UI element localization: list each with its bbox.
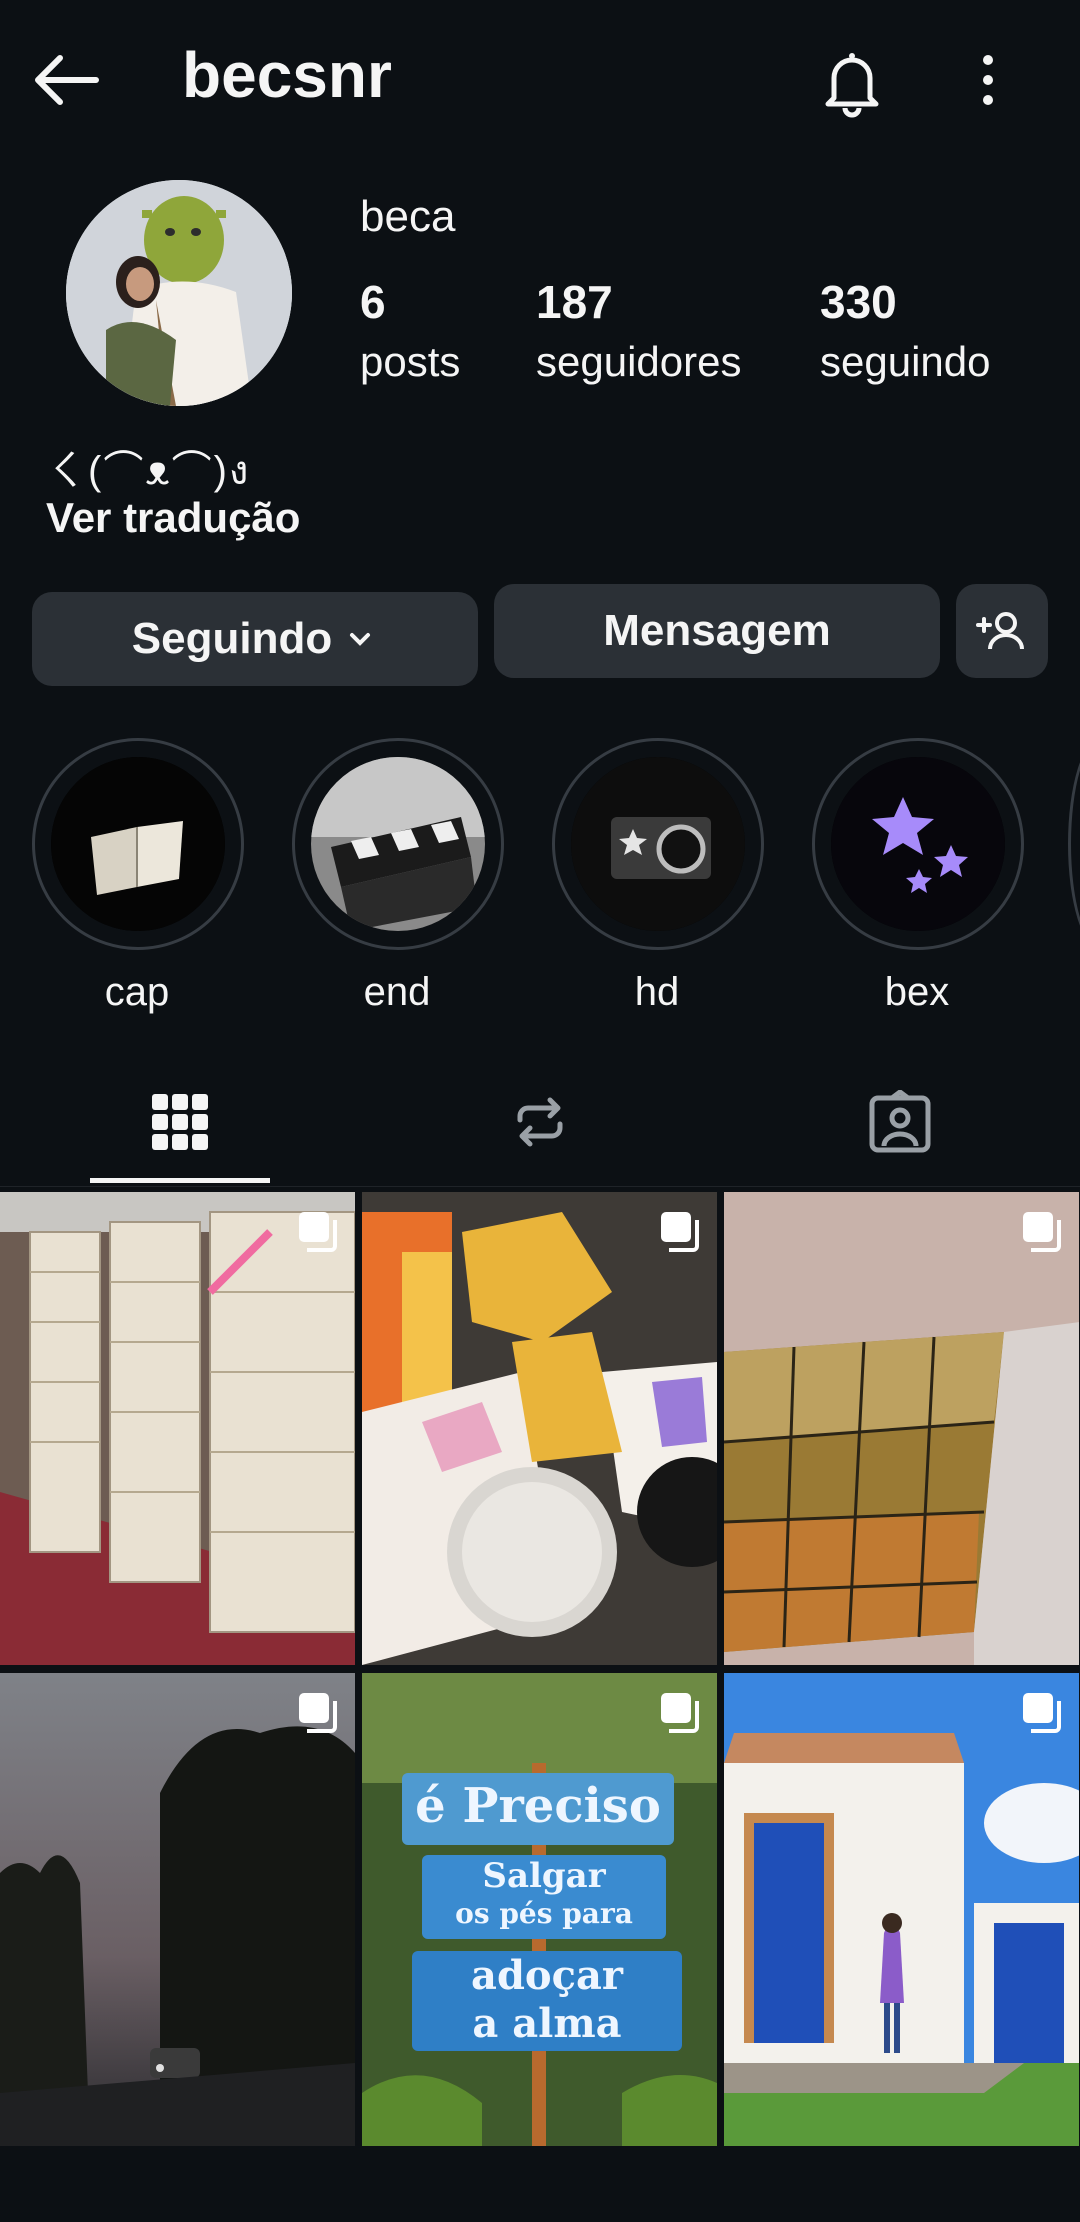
grid-icon	[152, 1094, 208, 1150]
post-thumbnail[interactable]	[724, 1192, 1079, 1665]
tab-reposts[interactable]	[480, 1082, 600, 1162]
tab-posts-grid[interactable]	[120, 1082, 240, 1162]
highlight-cover	[51, 757, 225, 931]
highlight-ring	[32, 738, 244, 950]
stat-posts-label: posts	[360, 338, 461, 385]
sign-line-4: adoçar	[471, 1952, 623, 1999]
stat-posts-value: 6	[360, 276, 386, 328]
chevron-down-icon	[350, 633, 371, 646]
profile-avatar[interactable]	[66, 180, 292, 406]
camera-icon	[571, 757, 745, 931]
back-button[interactable]	[30, 40, 110, 120]
multiple-photos-icon	[661, 1693, 699, 1733]
repost-icon	[517, 1097, 563, 1147]
message-button[interactable]: Mensagem	[494, 584, 940, 678]
profile-username: becsnr	[182, 39, 392, 111]
highlight-label: bex	[884, 970, 950, 1014]
highlight-end[interactable]: end	[292, 738, 504, 1015]
stars-icon	[831, 757, 1005, 931]
highlight-bex[interactable]: bex	[812, 738, 1024, 1015]
top-bar: becsnr	[0, 0, 1080, 160]
stat-following[interactable]: 330 seguindo	[820, 272, 990, 392]
highlight-label: cap	[104, 970, 170, 1014]
highlight-ring	[812, 738, 1024, 950]
multiple-photos-icon	[1023, 1212, 1061, 1252]
highlight-ring	[552, 738, 764, 950]
post-image-dusk	[0, 1673, 355, 2146]
post-image-books	[0, 1192, 355, 1665]
notifications-button[interactable]	[812, 42, 892, 122]
bottom-area	[0, 2148, 1080, 2222]
suggested-users-button[interactable]	[956, 584, 1048, 678]
profile-tabs	[0, 1062, 1080, 1187]
avatar-photo	[66, 180, 292, 406]
multiple-photos-icon	[299, 1212, 337, 1252]
highlight-cover	[571, 757, 745, 931]
multiple-photos-icon	[299, 1693, 337, 1733]
bell-icon	[825, 53, 879, 118]
profile-bio: ㄑ(⌒ᴥ⌒)ง	[46, 449, 251, 493]
following-button[interactable]: Seguindo	[32, 592, 478, 686]
highlight-ring	[292, 738, 504, 950]
multiple-photos-icon	[661, 1212, 699, 1252]
book-icon	[51, 757, 225, 931]
active-tab-indicator	[90, 1178, 270, 1183]
post-thumbnail[interactable]	[724, 1673, 1079, 2146]
stat-followers-value: 187	[536, 276, 613, 328]
sign-line-3: os pés para	[455, 1897, 633, 1930]
post-thumbnail[interactable]	[0, 1673, 355, 2146]
highlight-cap[interactable]: cap	[32, 738, 244, 1015]
message-button-label: Mensagem	[603, 606, 831, 655]
multiple-photos-icon	[1023, 1693, 1061, 1733]
stat-posts[interactable]: 6 posts	[360, 272, 460, 392]
highlight-partial[interactable]	[1068, 738, 1080, 950]
highlight-label: end	[363, 970, 431, 1014]
sign-line-1: é Preciso	[415, 1778, 661, 1834]
clapperboard-icon	[311, 757, 485, 931]
post-image-food	[362, 1192, 717, 1665]
more-options-button[interactable]	[958, 42, 1018, 122]
stat-following-label: seguindo	[820, 338, 991, 385]
post-image-ceiling	[724, 1192, 1079, 1665]
post-thumbnail[interactable]	[362, 1192, 717, 1665]
post-thumbnail[interactable]	[0, 1192, 355, 1665]
tagged-person-icon	[869, 1090, 931, 1153]
back-arrow-icon	[35, 55, 99, 105]
stat-followers-label: seguidores	[536, 338, 742, 385]
see-translation-link[interactable]: Ver tradução	[46, 494, 300, 542]
more-vertical-icon	[983, 55, 993, 105]
add-user-icon	[976, 612, 1024, 650]
highlight-label: hd	[634, 970, 680, 1014]
tab-tagged[interactable]	[840, 1082, 960, 1162]
highlight-hd[interactable]: hd	[552, 738, 764, 1015]
highlight-cover	[311, 757, 485, 931]
post-thumbnail[interactable]: é Preciso Salgar os pés para adoçar a al…	[362, 1673, 717, 2146]
profile-display-name: beca	[360, 192, 456, 241]
sign-line-2: Salgar	[482, 1856, 606, 1896]
following-button-label: Seguindo	[131, 614, 333, 663]
post-image-house	[724, 1673, 1079, 2146]
highlight-cover	[831, 757, 1005, 931]
sign-line-5: a alma	[472, 2000, 622, 2047]
stat-followers[interactable]: 187 seguidores	[536, 272, 741, 392]
stat-following-value: 330	[820, 276, 897, 328]
